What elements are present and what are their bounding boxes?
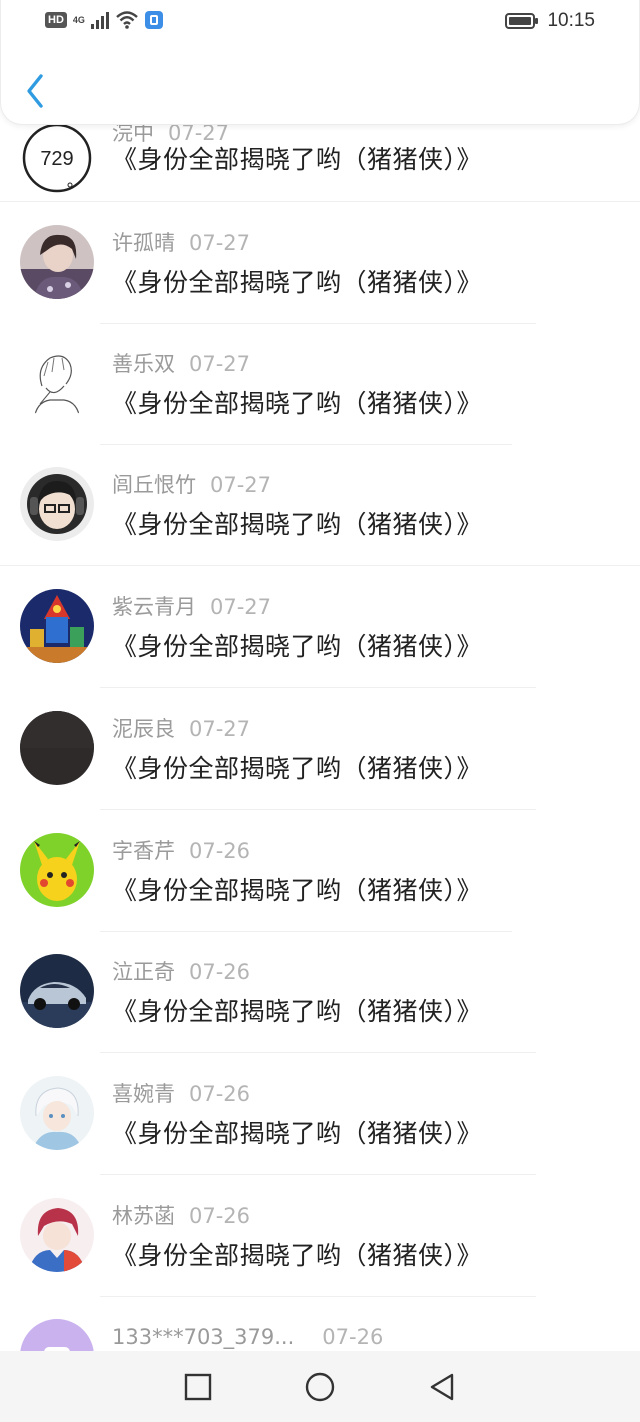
signal-icon <box>90 11 109 29</box>
user-name[interactable]: 泣正奇 <box>112 960 175 984</box>
comment-meta: 紫云青月 07-27 <box>112 594 271 620</box>
dark-avatar-icon <box>20 711 94 785</box>
triangle-back-icon <box>430 1373 454 1400</box>
user-name[interactable]: 善乐双 <box>112 352 175 376</box>
status-icons-left: HD 4G <box>45 10 163 30</box>
comment-meta: 闾丘恨竹 07-27 <box>112 472 271 498</box>
avatar[interactable] <box>20 467 94 541</box>
avatar[interactable] <box>20 1198 94 1272</box>
app-notification-icon <box>144 11 163 29</box>
svg-text:729: 729 <box>40 148 73 170</box>
comment-text: 《身份全部揭晓了哟（猪猪侠）》 <box>112 876 483 905</box>
anime-headphones-icon <box>20 467 94 541</box>
status-icons-right: 10:15 <box>505 10 595 32</box>
sketch-boy-icon <box>20 346 94 420</box>
user-name[interactable]: 泥辰良 <box>112 717 175 741</box>
comment-meta: 字香芹 07-26 <box>112 838 250 864</box>
sports-car-icon <box>20 954 94 1028</box>
avatar[interactable]: 729 <box>20 121 94 195</box>
comment-date: 07-26 <box>189 960 251 984</box>
avatar[interactable] <box>20 711 94 785</box>
back-button[interactable] <box>21 72 53 112</box>
wifi-icon <box>116 11 138 29</box>
network-type: 4G <box>72 14 85 25</box>
avatar[interactable] <box>20 1076 94 1150</box>
avatar[interactable] <box>20 833 94 907</box>
pikachu-icon <box>20 833 94 907</box>
avatar[interactable] <box>20 346 94 420</box>
nav-back-button[interactable] <box>425 1370 459 1404</box>
comment-text: 《身份全部揭晓了哟（猪猪侠）》 <box>112 1241 483 1270</box>
girl-photo-icon <box>20 225 94 299</box>
list-item[interactable]: 闾丘恨竹 07-27 《身份全部揭晓了哟（猪猪侠）》 <box>0 444 640 566</box>
comment-date: 07-27 <box>189 352 251 376</box>
user-name[interactable]: 紫云青月 <box>112 595 196 619</box>
user-name[interactable]: 闾丘恨竹 <box>112 473 196 497</box>
comment-text: 《身份全部揭晓了哟（猪猪侠）》 <box>112 1119 483 1148</box>
anime-white-hair-icon <box>20 1076 94 1150</box>
list-item[interactable]: 善乐双 07-27 《身份全部揭晓了哟（猪猪侠）》 <box>0 323 640 445</box>
avatar[interactable] <box>20 225 94 299</box>
list-item[interactable]: 泣正奇 07-26 《身份全部揭晓了哟（猪猪侠）》 <box>0 931 640 1053</box>
comment-date: 07-27 <box>189 231 251 255</box>
comment-date: 07-26 <box>322 1325 384 1349</box>
list-item[interactable]: 紫云青月 07-27 《身份全部揭晓了哟（猪猪侠）》 <box>0 566 640 688</box>
list-item[interactable]: 泥辰良 07-27 《身份全部揭晓了哟（猪猪侠）》 <box>0 688 640 810</box>
top-header: HD 4G 10:15 <box>0 0 640 125</box>
comment-text: 《身份全部揭晓了哟（猪猪侠）》 <box>112 145 483 174</box>
comment-meta: 泥辰良 07-27 <box>112 716 250 742</box>
user-name[interactable]: 林苏菡 <box>112 1204 175 1228</box>
comment-meta: 许孤晴 07-27 <box>112 230 250 256</box>
comment-date: 07-26 <box>189 1204 251 1228</box>
user-name[interactable]: 喜婉青 <box>112 1082 175 1106</box>
comment-date: 07-27 <box>210 473 272 497</box>
avatar[interactable] <box>20 589 94 663</box>
user-name[interactable]: 许孤晴 <box>112 231 175 255</box>
comment-date: 07-27 <box>189 717 251 741</box>
comment-text: 《身份全部揭晓了哟（猪猪侠）》 <box>112 510 483 539</box>
comment-meta: 喜婉青 07-26 <box>112 1081 250 1107</box>
robot-poster-icon <box>20 589 94 663</box>
list-item[interactable]: 字香芹 07-26 《身份全部揭晓了哟（猪猪侠）》 <box>0 810 640 932</box>
comment-text: 《身份全部揭晓了哟（猪猪侠）》 <box>112 997 483 1026</box>
comment-meta: 泣正奇 07-26 <box>112 959 250 985</box>
list-item[interactable]: 喜婉青 07-26 《身份全部揭晓了哟（猪猪侠）》 <box>0 1053 640 1175</box>
comment-date: 07-26 <box>189 1082 251 1106</box>
comment-date: 07-27 <box>210 595 272 619</box>
comment-meta: 133***703_379... 07-26 <box>112 1324 383 1350</box>
avatar[interactable] <box>20 954 94 1028</box>
system-nav-bar <box>0 1351 640 1422</box>
user-name[interactable]: 字香芹 <box>112 839 175 863</box>
anime-red-hair-icon <box>20 1198 94 1272</box>
home-button[interactable] <box>303 1370 337 1404</box>
comment-text: 《身份全部揭晓了哟（猪猪侠）》 <box>112 268 483 297</box>
comment-text: 《身份全部揭晓了哟（猪猪侠）》 <box>112 389 483 418</box>
square-icon <box>184 1373 212 1400</box>
user-name[interactable]: 133***703_379... <box>112 1325 294 1349</box>
circle-icon <box>305 1372 335 1401</box>
comment-text: 《身份全部揭晓了哟（猪猪侠）》 <box>112 754 483 783</box>
hd-badge: HD <box>45 12 67 28</box>
status-time: 10:15 <box>547 10 595 31</box>
recents-button[interactable] <box>181 1370 215 1404</box>
comment-meta: 善乐双 07-27 <box>112 351 250 377</box>
comment-text: 《身份全部揭晓了哟（猪猪侠）》 <box>112 632 483 661</box>
screen: 729 浣中 07-27 《身份全部揭晓了哟（猪猪侠）》 许孤晴 07-27 《… <box>0 0 640 1422</box>
list-item[interactable]: 许孤晴 07-27 《身份全部揭晓了哟（猪猪侠）》 <box>0 202 640 324</box>
comment-meta: 林苏菡 07-26 <box>112 1203 250 1229</box>
battery-icon <box>505 13 539 29</box>
chevron-left-icon <box>27 74 43 108</box>
comment-date: 07-26 <box>189 839 251 863</box>
list-item[interactable]: 林苏菡 07-26 《身份全部揭晓了哟（猪猪侠）》 <box>0 1175 640 1297</box>
729-logo-icon: 729 <box>20 121 94 195</box>
